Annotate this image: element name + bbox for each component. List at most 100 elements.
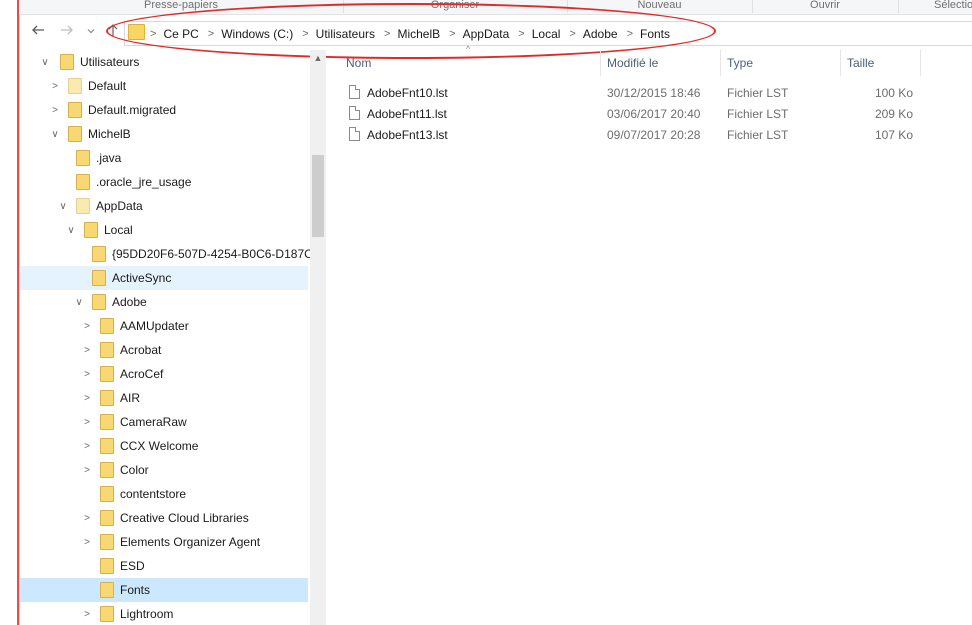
chevron-right-icon[interactable]: > xyxy=(49,105,61,116)
breadcrumb-item-utilisateurs[interactable]: Utilisateurs xyxy=(316,27,375,41)
chevron-right-icon[interactable]: > xyxy=(449,28,455,40)
tree-item-guid-folder[interactable]: {95DD20F6-507D-4254-B0C6-D187C27 xyxy=(20,242,310,266)
scrollbar-thumb[interactable] xyxy=(312,155,324,237)
chevron-down-icon[interactable] xyxy=(84,23,98,41)
chevron-right-icon[interactable]: > xyxy=(81,321,93,332)
column-divider[interactable] xyxy=(840,50,841,76)
chevron-down-icon[interactable]: ∨ xyxy=(39,57,51,68)
file-type: Fichier LST xyxy=(727,86,789,100)
chevron-right-icon[interactable]: > xyxy=(569,28,575,40)
breadcrumb-item-ce-pc[interactable]: Ce PC xyxy=(163,27,198,41)
tree-item-label: AcroCef xyxy=(120,367,164,381)
tree-item-acrocef[interactable]: > AcroCef xyxy=(20,362,308,386)
folder-icon xyxy=(100,534,114,550)
chevron-right-icon[interactable]: > xyxy=(49,81,61,92)
column-divider[interactable] xyxy=(720,50,721,76)
chevron-right-icon[interactable]: > xyxy=(81,393,93,404)
file-row[interactable]: AdobeFnt10.lst 30/12/2015 18:46 Fichier … xyxy=(341,83,921,104)
file-modified: 30/12/2015 18:46 xyxy=(607,86,701,100)
chevron-right-icon[interactable]: > xyxy=(81,537,93,548)
chevron-right-icon[interactable]: > xyxy=(81,441,93,452)
ribbon-group-presse-papiers: Presse-papiers xyxy=(19,0,344,13)
chevron-right-icon[interactable]: > xyxy=(627,28,633,40)
chevron-right-icon[interactable]: > xyxy=(81,369,93,380)
tree-item-adobe[interactable]: ∨ Adobe xyxy=(20,290,308,314)
chevron-right-icon[interactable]: > xyxy=(81,609,93,620)
chevron-down-icon[interactable]: ∨ xyxy=(73,297,85,308)
tree-item-elements-organizer-agent[interactable]: > Elements Organizer Agent xyxy=(20,530,308,554)
file-size: 100 Ko xyxy=(874,86,913,100)
tree-item-air[interactable]: > AIR xyxy=(20,386,308,410)
tree-item-activesync[interactable]: ActiveSync xyxy=(20,266,308,290)
tree-scrollbar[interactable]: ▲ xyxy=(310,50,326,625)
tree-item-utilisateurs[interactable]: ∨ Utilisateurs xyxy=(20,50,308,74)
folder-icon xyxy=(60,54,74,70)
folder-icon xyxy=(100,510,114,526)
chevron-right-icon[interactable]: > xyxy=(81,417,93,428)
tree-item-fonts[interactable]: Fonts xyxy=(20,578,308,602)
chevron-right-icon[interactable]: > xyxy=(518,28,524,40)
tree-item-label: AppData xyxy=(96,199,143,213)
tree-item-acrobat[interactable]: > Acrobat xyxy=(20,338,308,362)
sort-ascending-icon: ^ xyxy=(466,44,471,54)
chevron-down-icon[interactable]: ∨ xyxy=(65,225,77,236)
forward-arrow-icon[interactable] xyxy=(58,23,76,41)
column-header-type[interactable]: Type xyxy=(727,56,753,74)
file-name: AdobeFnt10.lst xyxy=(367,86,448,100)
breadcrumb-item-michelb[interactable]: MichelB xyxy=(397,27,440,41)
tree-item-esd[interactable]: ESD xyxy=(20,554,308,578)
tree-item-local[interactable]: ∨ Local xyxy=(20,218,308,242)
folder-icon xyxy=(100,558,114,574)
folder-icon xyxy=(100,486,114,502)
tree-item-java[interactable]: .java xyxy=(20,146,308,170)
tree-item-default-migrated[interactable]: > Default.migrated xyxy=(20,98,308,122)
tree-item-michelb[interactable]: ∨ MichelB xyxy=(20,122,308,146)
up-arrow-icon[interactable] xyxy=(104,23,122,41)
chevron-down-icon[interactable]: ∨ xyxy=(49,129,61,140)
file-type: Fichier LST xyxy=(727,107,789,121)
column-divider[interactable] xyxy=(920,50,921,76)
breadcrumb-item-appdata[interactable]: AppData xyxy=(463,27,510,41)
tree-item-oracle-jre-usage[interactable]: .oracle_jre_usage xyxy=(20,170,308,194)
tree-item-creative-cloud-libraries[interactable]: > Creative Cloud Libraries xyxy=(20,506,308,530)
folder-icon xyxy=(76,198,90,214)
file-type: Fichier LST xyxy=(727,128,789,142)
tree-item-contentstore[interactable]: contentstore xyxy=(20,482,308,506)
chevron-right-icon[interactable]: > xyxy=(81,345,93,356)
folder-icon xyxy=(128,24,145,40)
tree-item-ccx-welcome[interactable]: > CCX Welcome xyxy=(20,434,308,458)
file-row[interactable]: AdobeFnt11.lst 03/06/2017 20:40 Fichier … xyxy=(341,104,921,125)
column-header-size[interactable]: Taille xyxy=(847,56,874,74)
file-row[interactable]: AdobeFnt13.lst 09/07/2017 20:28 Fichier … xyxy=(341,125,921,146)
folder-icon xyxy=(68,102,82,118)
tree-item-appdata[interactable]: ∨ AppData xyxy=(20,194,308,218)
tree-item-label: Local xyxy=(104,223,133,237)
tree-item-cameraraw[interactable]: > CameraRaw xyxy=(20,410,308,434)
tree-item-label: MichelB xyxy=(88,127,131,141)
column-header-name[interactable]: Nom xyxy=(346,56,371,74)
chevron-right-icon[interactable]: > xyxy=(384,28,390,40)
column-header-modified[interactable]: Modifié le xyxy=(607,56,658,74)
scroll-up-arrow-icon[interactable]: ▲ xyxy=(310,50,326,66)
tree-item-color[interactable]: > Color xyxy=(20,458,308,482)
tree-item-lightroom[interactable]: > Lightroom xyxy=(20,602,308,625)
breadcrumb-item-windows-c[interactable]: Windows (C:) xyxy=(221,27,293,41)
breadcrumb-item-adobe[interactable]: Adobe xyxy=(583,27,618,41)
folder-icon xyxy=(100,390,114,406)
chevron-right-icon[interactable]: > xyxy=(302,28,308,40)
chevron-down-icon[interactable]: ∨ xyxy=(57,201,69,212)
tree-item-label: {95DD20F6-507D-4254-B0C6-D187C27 xyxy=(112,247,310,261)
tree-item-aamupdater[interactable]: > AAMUpdater xyxy=(20,314,308,338)
tree-item-default[interactable]: > Default xyxy=(20,74,308,98)
chevron-right-icon[interactable]: > xyxy=(81,465,93,476)
back-arrow-icon[interactable] xyxy=(29,23,47,41)
chevron-right-icon[interactable]: > xyxy=(208,28,214,40)
chevron-right-icon[interactable]: > xyxy=(81,513,93,524)
file-size: 107 Ko xyxy=(874,128,913,142)
column-divider[interactable] xyxy=(600,50,601,76)
tree-item-label: Creative Cloud Libraries xyxy=(120,511,249,525)
breadcrumb-item-local[interactable]: Local xyxy=(532,27,561,41)
chevron-right-icon[interactable]: > xyxy=(150,28,156,40)
folder-icon xyxy=(76,150,90,166)
breadcrumb-item-fonts[interactable]: Fonts xyxy=(640,27,670,41)
